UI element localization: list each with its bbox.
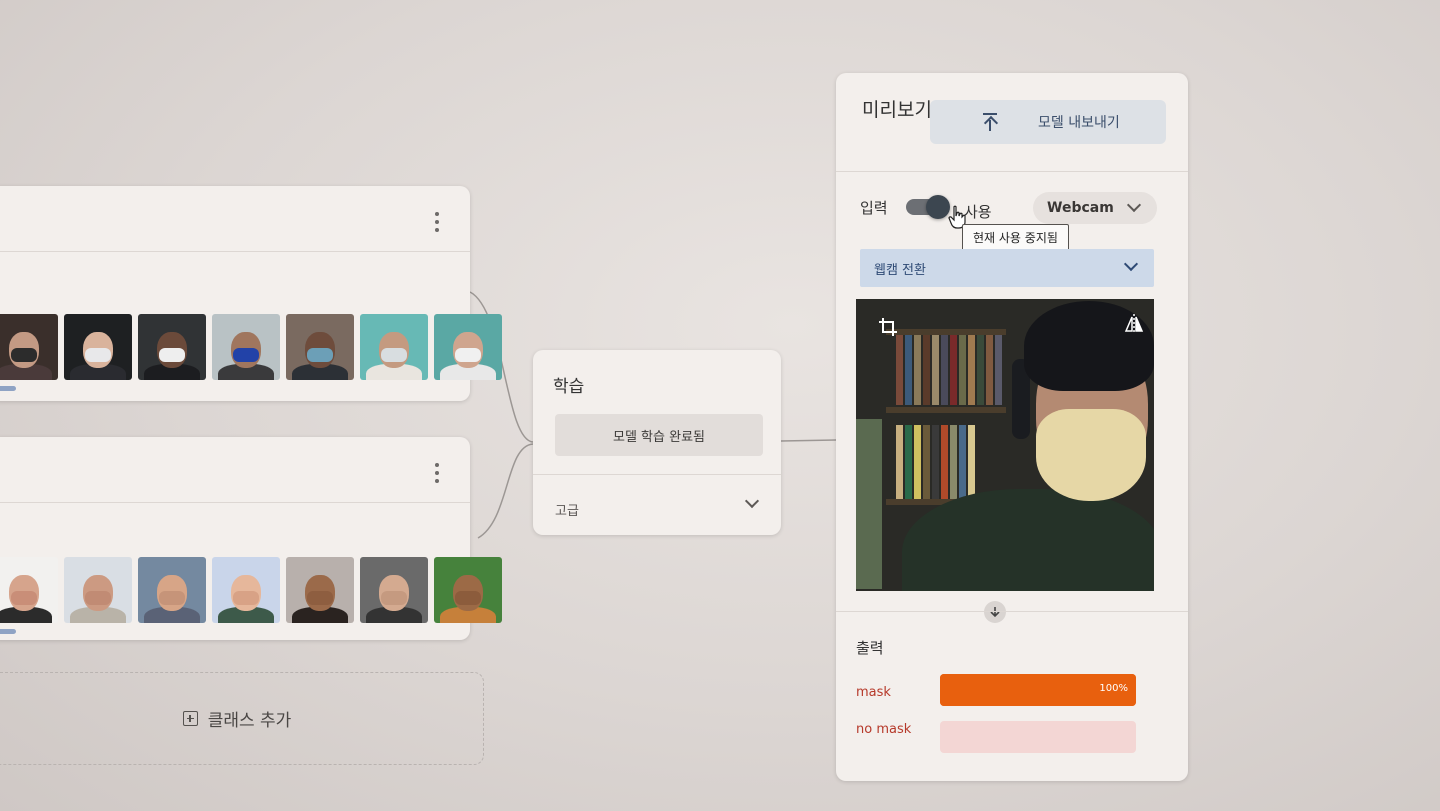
thumbnail-scrollbar[interactable] xyxy=(0,629,16,634)
class-card-1 xyxy=(0,186,502,401)
add-class-button[interactable]: 클래스 추가 xyxy=(0,672,484,765)
sample-thumbnails xyxy=(0,314,502,380)
input-source-value: Webcam xyxy=(1047,200,1114,216)
input-source-select[interactable]: Webcam xyxy=(1033,192,1157,224)
sample-image[interactable] xyxy=(434,314,502,380)
sample-image[interactable] xyxy=(0,314,58,380)
output-class-name: no mask xyxy=(856,722,912,737)
more-options-icon[interactable] xyxy=(434,463,440,483)
confidence-bar xyxy=(940,721,1136,753)
input-toggle[interactable] xyxy=(906,195,950,219)
sample-image[interactable] xyxy=(0,557,58,623)
switch-webcam-select[interactable]: 웹캠 전환 xyxy=(860,249,1154,287)
person-body xyxy=(902,489,1154,591)
chevron-down-icon xyxy=(1126,197,1142,213)
sample-image[interactable] xyxy=(64,314,132,380)
upload-icon xyxy=(982,113,998,131)
toggle-knob xyxy=(926,195,950,219)
divider xyxy=(836,611,1188,612)
sample-image[interactable] xyxy=(360,314,428,380)
add-box-icon xyxy=(182,711,198,726)
confidence-percent: 100% xyxy=(1099,683,1128,694)
training-card: 학습 모델 학습 완료됨 고급 xyxy=(533,350,781,535)
sample-image[interactable] xyxy=(212,314,280,380)
more-options-icon[interactable] xyxy=(434,212,440,232)
sample-thumbnails xyxy=(0,557,502,623)
chevron-down-icon xyxy=(1123,256,1139,272)
class-card-header xyxy=(0,186,470,252)
arrow-down-icon xyxy=(984,601,1006,623)
sample-image[interactable] xyxy=(286,314,354,380)
output-class-name: mask xyxy=(856,685,891,700)
sample-image[interactable] xyxy=(360,557,428,623)
training-title: 학습 xyxy=(553,377,585,397)
chevron-down-icon[interactable] xyxy=(744,493,760,509)
webcam-feed xyxy=(856,299,1154,591)
output-label: 출력 xyxy=(856,639,884,657)
switch-webcam-label: 웹캠 전환 xyxy=(874,262,926,278)
sample-image[interactable] xyxy=(64,557,132,623)
crop-icon[interactable] xyxy=(878,317,898,337)
preview-title: 미리보기 xyxy=(862,99,932,121)
thumbnail-scrollbar[interactable] xyxy=(0,386,16,391)
export-label: 모델 내보내기 xyxy=(1038,115,1120,131)
confidence-bar: 100% xyxy=(940,674,1136,706)
input-label: 입력 xyxy=(860,199,888,217)
tooltip: 현재 사용 중지됨 xyxy=(962,224,1069,251)
face-mask xyxy=(1036,409,1146,501)
advanced-label: 고급 xyxy=(555,504,579,519)
toggle-label: 사용 xyxy=(964,203,992,221)
class-card-2 xyxy=(0,437,502,640)
sample-image[interactable] xyxy=(138,557,206,623)
divider xyxy=(836,171,1188,172)
export-model-button[interactable]: 모델 내보내기 xyxy=(930,100,1166,144)
sample-image[interactable] xyxy=(138,314,206,380)
divider xyxy=(533,474,781,475)
sample-image[interactable] xyxy=(212,557,280,623)
preview-panel: 미리보기 모델 내보내기 입력 사용 현재 사용 중지됨 Webcam 웹캠 전… xyxy=(836,73,1188,781)
add-class-label: 클래스 추가 xyxy=(207,711,292,731)
flip-icon[interactable] xyxy=(1124,313,1144,335)
train-model-button[interactable]: 모델 학습 완료됨 xyxy=(555,414,763,456)
sample-image[interactable] xyxy=(286,557,354,623)
class-card-header xyxy=(0,437,470,503)
sample-image[interactable] xyxy=(434,557,502,623)
